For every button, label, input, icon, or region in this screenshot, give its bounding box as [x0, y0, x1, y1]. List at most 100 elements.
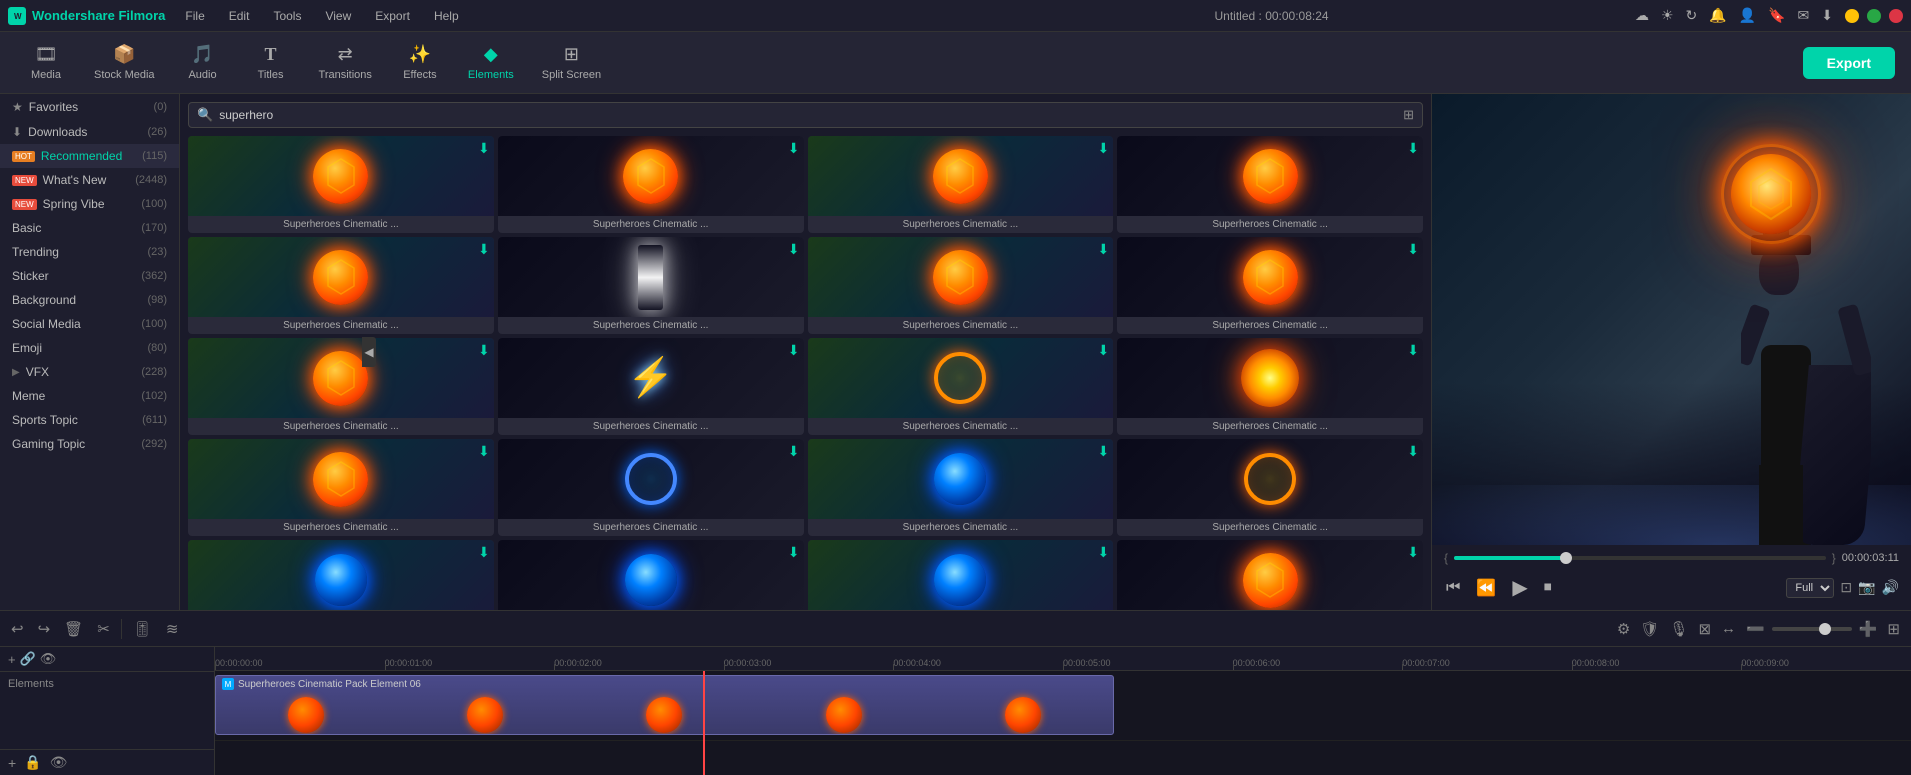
minimize-button[interactable]	[1845, 9, 1859, 23]
grid-item[interactable]: ⬇ Superheroes Cinematic ...	[188, 439, 494, 536]
grid-item[interactable]: ⬇ Superheroes Cinematic ...	[808, 540, 1114, 610]
playhead[interactable]	[703, 671, 705, 775]
menu-help[interactable]: Help	[430, 7, 463, 25]
sidebar-item-spring-vibe[interactable]: NEW Spring Vibe (100)	[0, 192, 179, 216]
eye-button[interactable]: 👁	[40, 651, 57, 667]
grid-item[interactable]: ⚡ ⬇ Superheroes Cinematic ...	[498, 338, 804, 435]
crop-button[interactable]: ↔	[1718, 617, 1739, 640]
grid-item[interactable]: ⬇ Superheroes Cinematic ...	[498, 237, 804, 334]
search-input[interactable]	[219, 108, 1397, 122]
sidebar-item-gaming-topic[interactable]: Gaming Topic (292)	[0, 432, 179, 456]
menu-edit[interactable]: Edit	[225, 7, 254, 25]
menu-export[interactable]: Export	[371, 7, 414, 25]
toolbar-effects[interactable]: ✨ Effects	[390, 40, 450, 85]
play-button[interactable]: ▶	[1510, 573, 1529, 602]
toolbar-media[interactable]: 🎞 Media	[16, 40, 76, 85]
toolbar-titles[interactable]: T Titles	[241, 40, 301, 85]
grid-item[interactable]: ⬇ Superheroes Cinematic ...	[188, 338, 494, 435]
grid-item[interactable]: ⬇ Superheroes Cinematic ...	[1117, 136, 1423, 233]
bell-icon[interactable]: 🔔	[1709, 7, 1726, 24]
link-button[interactable]: 🔗	[20, 651, 36, 667]
record-button[interactable]: 🎙	[1666, 617, 1691, 641]
undo-button[interactable]: ↩	[8, 617, 27, 641]
cut-button[interactable]: ✂	[94, 617, 113, 641]
sidebar-item-recommended[interactable]: HOT Recommended (115)	[0, 144, 179, 168]
grid-item[interactable]: ⬇ Superheroes Cinematic ...	[1117, 237, 1423, 334]
mail-icon[interactable]: ✉	[1798, 7, 1810, 24]
grid-item[interactable]: ⬇ Superheroes Cinematic ...	[1117, 439, 1423, 536]
sidebar-item-basic[interactable]: Basic (170)	[0, 216, 179, 240]
toolbar-split-screen[interactable]: ⊞ Split Screen	[532, 40, 611, 85]
sidebar-item-social-media[interactable]: Social Media (100)	[0, 312, 179, 336]
sun-icon[interactable]: ☀	[1661, 7, 1674, 24]
fit-icon[interactable]: ⊡	[1840, 579, 1852, 596]
grid-item[interactable]: ⬇ Superheroes Cinematic ...	[188, 136, 494, 233]
mark-in-button[interactable]: {	[1444, 551, 1448, 565]
shield-button[interactable]: 🛡	[1637, 617, 1662, 641]
zoom-slider[interactable]	[1772, 627, 1852, 631]
grid-item[interactable]: ⬇ Superheroes Cinematic ...	[1117, 540, 1423, 610]
menu-view[interactable]: View	[321, 7, 355, 25]
sidebar-collapse-button[interactable]: ◀	[362, 337, 376, 367]
timeline-lock-icon[interactable]: 🔒	[24, 754, 41, 771]
sidebar-item-favorites[interactable]: ★ Favorites (0)	[0, 94, 179, 120]
toolbar-elements[interactable]: ◆ Elements	[458, 40, 524, 85]
add-track-button[interactable]: +	[8, 652, 16, 667]
zoom-out-button[interactable]: ➖	[1743, 617, 1768, 641]
sidebar-item-sticker[interactable]: Sticker (362)	[0, 264, 179, 288]
zoom-in-button[interactable]: ➕	[1856, 617, 1881, 641]
grid-item[interactable]: ⬇ Superheroes Cinematic ...	[808, 237, 1114, 334]
progress-track[interactable]	[1454, 556, 1826, 560]
sidebar-item-trending[interactable]: Trending (23)	[0, 240, 179, 264]
menu-file[interactable]: File	[181, 7, 208, 25]
timeline-clip[interactable]: M Superheroes Cinematic Pack Element 06	[215, 675, 1114, 735]
redo-button[interactable]: ↪	[35, 617, 54, 641]
sidebar-item-meme[interactable]: Meme (102)	[0, 384, 179, 408]
grid-item[interactable]: ⬇ Superheroes Cinematic ...	[188, 540, 494, 610]
close-button[interactable]	[1889, 9, 1903, 23]
skip-back-button[interactable]: ⏮	[1444, 577, 1462, 599]
sidebar-item-whats-new[interactable]: NEW What's New (2448)	[0, 168, 179, 192]
volume-icon[interactable]: 🔊	[1882, 579, 1899, 596]
sidebar-item-vfx[interactable]: ▶ VFX (228)	[0, 360, 179, 384]
toolbar-audio[interactable]: 🎵 Audio	[173, 40, 233, 85]
grid-item[interactable]: ⬇ Superheroes Cinematic ...	[1117, 338, 1423, 435]
menu-tools[interactable]: Tools	[269, 7, 305, 25]
toolbar-transitions[interactable]: ⇄ Transitions	[309, 40, 382, 85]
sidebar-item-background[interactable]: Background (98)	[0, 288, 179, 312]
snap-button[interactable]: ⊠	[1695, 617, 1714, 641]
sidebar-item-sports-topic[interactable]: Sports Topic (611)	[0, 408, 179, 432]
maximize-button[interactable]	[1867, 9, 1881, 23]
progress-handle[interactable]	[1560, 552, 1572, 564]
export-button[interactable]: Export	[1803, 47, 1895, 79]
grid-item[interactable]: ⬇ Superheroes Cinematic ...	[808, 439, 1114, 536]
stop-button[interactable]: ⏹	[1542, 577, 1554, 599]
zoom-settings-button[interactable]: ⚙	[1614, 617, 1633, 641]
refresh-icon[interactable]: ↻	[1686, 7, 1698, 24]
audio-settings-button[interactable]: 🎚	[130, 617, 155, 641]
grid-item[interactable]: ⬇ Superheroes Cinematic ...	[498, 439, 804, 536]
ripple-button[interactable]: ≋	[163, 617, 182, 641]
step-back-button[interactable]: ⏪	[1474, 576, 1498, 600]
grid-item[interactable]: ⬇ Superheroes Cinematic ...	[498, 540, 804, 610]
timeline-eye-icon[interactable]: 👁	[50, 754, 68, 771]
sidebar-item-downloads[interactable]: ⬇ Downloads (26)	[0, 120, 179, 144]
timeline-add-icon[interactable]: +	[8, 755, 16, 771]
fit-timeline-button[interactable]: ⊞	[1884, 617, 1903, 641]
delete-button[interactable]: 🗑	[61, 617, 86, 641]
mark-out-button[interactable]: }	[1832, 551, 1836, 565]
grid-item[interactable]: ⬇ Superheroes Cinematic ...	[498, 136, 804, 233]
resolution-select[interactable]: Full 1/2 1/4	[1786, 578, 1834, 598]
grid-view-icon[interactable]: ⊞	[1403, 107, 1414, 123]
cloud-icon[interactable]: ☁	[1635, 7, 1649, 24]
grid-item[interactable]: ⬇ Superheroes Cinematic ...	[808, 338, 1114, 435]
person-icon[interactable]: 👤	[1739, 7, 1756, 24]
bookmark-icon[interactable]: 🔖	[1768, 7, 1785, 24]
toolbar-stock-media[interactable]: 📦 Stock Media	[84, 40, 165, 85]
grid-item[interactable]: ⬇ Superheroes Cinematic ...	[808, 136, 1114, 233]
grid-item-label: Superheroes Cinematic ...	[808, 216, 1114, 233]
grid-item[interactable]: ⬇ Superheroes Cinematic ...	[188, 237, 494, 334]
screenshot-icon[interactable]: 📷	[1858, 579, 1875, 596]
sidebar-item-emoji[interactable]: Emoji (80)	[0, 336, 179, 360]
download-icon[interactable]: ⬇	[1821, 7, 1833, 24]
